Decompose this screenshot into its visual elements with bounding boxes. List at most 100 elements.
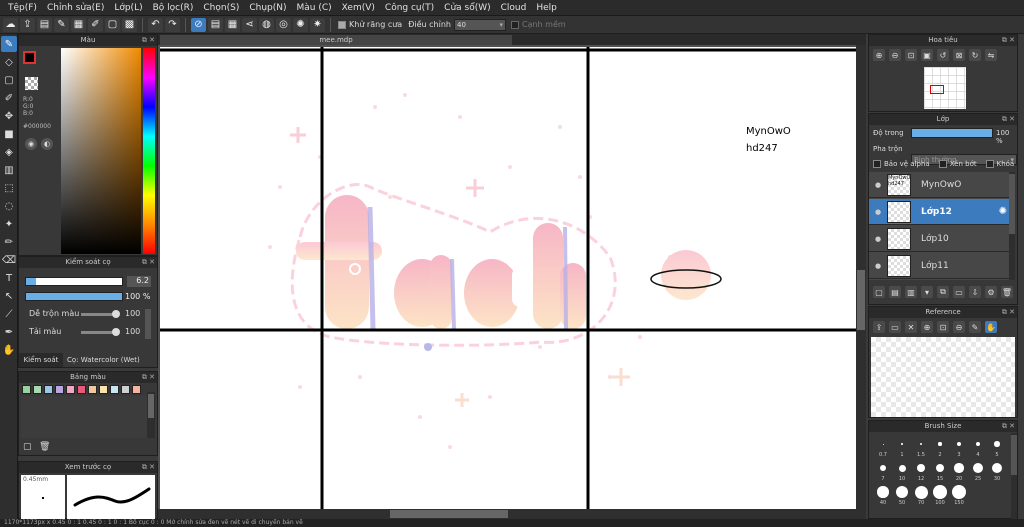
- new-layer-icon[interactable]: ▢: [873, 286, 885, 298]
- palette-swatch[interactable]: [77, 385, 86, 394]
- brush-size-preset[interactable]: [954, 463, 964, 473]
- menu-item[interactable]: Lớp(L): [109, 3, 147, 13]
- palette-swatch[interactable]: [132, 385, 141, 394]
- page-icon[interactable]: ▢: [105, 17, 120, 32]
- lasso-icon[interactable]: ◌: [1, 198, 17, 214]
- export-icon[interactable]: ⇪: [20, 17, 35, 32]
- palette-swatch[interactable]: [44, 385, 53, 394]
- fit-icon[interactable]: ⊡: [905, 49, 917, 61]
- menu-item[interactable]: Chọn(S): [198, 3, 244, 13]
- menu-item[interactable]: Xem(V): [337, 3, 380, 13]
- hue-slider[interactable]: [143, 48, 155, 254]
- brush-size-preset[interactable]: [935, 463, 945, 473]
- brush-control-scrollbar[interactable]: [145, 309, 151, 339]
- brush-size-preset[interactable]: [919, 442, 923, 446]
- delete-layer-icon[interactable]: 🗑: [1001, 286, 1013, 298]
- layer-row[interactable]: ● Lớp12 ✺: [869, 199, 1015, 225]
- cloud-icon[interactable]: ☁: [3, 17, 18, 32]
- brush-size-preset[interactable]: [952, 485, 966, 499]
- text-icon[interactable]: T: [1, 270, 17, 286]
- chat-icon[interactable]: ▤: [37, 17, 52, 32]
- menu-item[interactable]: Bộ lọc(R): [148, 3, 199, 13]
- smooth-edge-checkbox[interactable]: [510, 20, 519, 29]
- brush-size-preset[interactable]: [898, 464, 906, 472]
- ref-eyedropper-icon[interactable]: ✎: [969, 321, 981, 333]
- saturation-value-picker[interactable]: [61, 48, 141, 254]
- eyedropper-icon[interactable]: ⟋: [1, 306, 17, 322]
- rotate-left-icon[interactable]: ↺: [937, 49, 949, 61]
- snap-3d-icon[interactable]: ✷: [310, 17, 325, 32]
- visibility-icon[interactable]: ●: [869, 181, 887, 189]
- palette-swatch[interactable]: [99, 385, 108, 394]
- palette-swatch[interactable]: [121, 385, 130, 394]
- brush-size-preset[interactable]: [901, 443, 903, 445]
- ref-zoom-in-icon[interactable]: ⊕: [921, 321, 933, 333]
- ref-hand-icon[interactable]: ✋: [985, 321, 997, 333]
- flip-icon[interactable]: ⇋: [985, 49, 997, 61]
- grid-icon[interactable]: ▩: [122, 17, 137, 32]
- ref-fit-icon[interactable]: ⊡: [937, 321, 949, 333]
- add-layer-menu-icon[interactable]: ▾: [921, 286, 933, 298]
- select-pen-icon[interactable]: ✏: [1, 234, 17, 250]
- merge-down-icon[interactable]: ⇩: [969, 286, 981, 298]
- brush-size-preset[interactable]: [895, 485, 909, 499]
- move-icon[interactable]: ✥: [1, 108, 17, 124]
- layer-scrollbar[interactable]: [1009, 172, 1015, 280]
- document-tab[interactable]: mee.mdp: [160, 35, 512, 45]
- redo-icon[interactable]: ↷: [165, 17, 180, 32]
- navigator-thumbnail[interactable]: [924, 67, 966, 109]
- brush-size-preset[interactable]: [877, 486, 889, 498]
- new-8bit-layer-icon[interactable]: ▥: [905, 286, 917, 298]
- brush-size-preset[interactable]: [991, 462, 1003, 474]
- panel-close-icon[interactable]: ⧉ ✕: [142, 372, 155, 383]
- layer-row[interactable]: ● MynOwO hd247 MynOwO: [869, 172, 1015, 198]
- menu-item[interactable]: Chụp(N): [244, 3, 291, 13]
- brush-size-preset[interactable]: [938, 442, 942, 446]
- panel-close-icon[interactable]: ⧉ ✕: [1002, 114, 1015, 125]
- tab-brush-control[interactable]: Kiểm soát cọ: [19, 353, 63, 378]
- canvas[interactable]: MynOwO hd247: [160, 47, 856, 517]
- vertical-scrollbar[interactable]: [856, 45, 866, 519]
- panel-close-icon[interactable]: ⧉ ✕: [1002, 307, 1015, 318]
- horizontal-scrollbar[interactable]: [158, 509, 866, 519]
- menu-item[interactable]: Tệp(F): [3, 3, 42, 13]
- palette-swatch[interactable]: [33, 385, 42, 394]
- brush-size-preset[interactable]: [914, 485, 928, 499]
- antialias-checkbox[interactable]: [338, 20, 346, 29]
- eraser-icon[interactable]: ◇: [1, 54, 17, 70]
- snap-radial-icon[interactable]: ◍: [259, 17, 274, 32]
- layer-settings-gear-icon[interactable]: ✺: [999, 206, 1007, 217]
- brush-size-value[interactable]: 6.2: [127, 276, 151, 287]
- actual-size-icon[interactable]: ▣: [921, 49, 933, 61]
- palette-small-icon[interactable]: ◐: [41, 138, 53, 150]
- menu-item[interactable]: Màu (C): [292, 3, 337, 13]
- delete-swatch-icon[interactable]: 🗑: [39, 442, 50, 452]
- zoom-in-icon[interactable]: ⊕: [873, 49, 885, 61]
- palette-swatch[interactable]: [22, 385, 31, 394]
- foreground-color-swatch[interactable]: [23, 51, 36, 64]
- menu-item[interactable]: Cửa sổ(W): [439, 3, 495, 13]
- open-folder-icon[interactable]: ▭: [889, 321, 901, 333]
- brush-list-icon[interactable]: ✐: [88, 17, 103, 32]
- snap-curve-icon[interactable]: ✺: [293, 17, 308, 32]
- brush-opacity-slider[interactable]: [25, 292, 123, 301]
- menu-item[interactable]: Help: [531, 3, 562, 13]
- gradient-icon[interactable]: ▥: [1, 162, 17, 178]
- menu-item[interactable]: Công cụ(T): [380, 3, 439, 13]
- brush-size-scrollbar[interactable]: [1011, 433, 1017, 519]
- new-swatch-icon[interactable]: ▢: [23, 442, 32, 452]
- select-rect-icon[interactable]: ▢: [1, 72, 17, 88]
- layer-opacity-slider[interactable]: [911, 128, 993, 138]
- brush-size-preset[interactable]: [973, 463, 983, 473]
- panel-close-icon[interactable]: ⧉ ✕: [142, 35, 155, 46]
- transparent-swatch[interactable]: [25, 77, 38, 90]
- operation-icon[interactable]: ↖: [1, 288, 17, 304]
- brush-size-preset[interactable]: [882, 443, 884, 445]
- panel-close-icon[interactable]: ⧉ ✕: [1002, 35, 1015, 46]
- visibility-icon[interactable]: ●: [869, 208, 887, 216]
- palette-swatch[interactable]: [88, 385, 97, 394]
- brush-size-preset[interactable]: [957, 442, 961, 446]
- snap-off-icon[interactable]: ⊘: [191, 17, 206, 32]
- bucket-icon[interactable]: ◈: [1, 144, 17, 160]
- new-halftone-layer-icon[interactable]: ▤: [889, 286, 901, 298]
